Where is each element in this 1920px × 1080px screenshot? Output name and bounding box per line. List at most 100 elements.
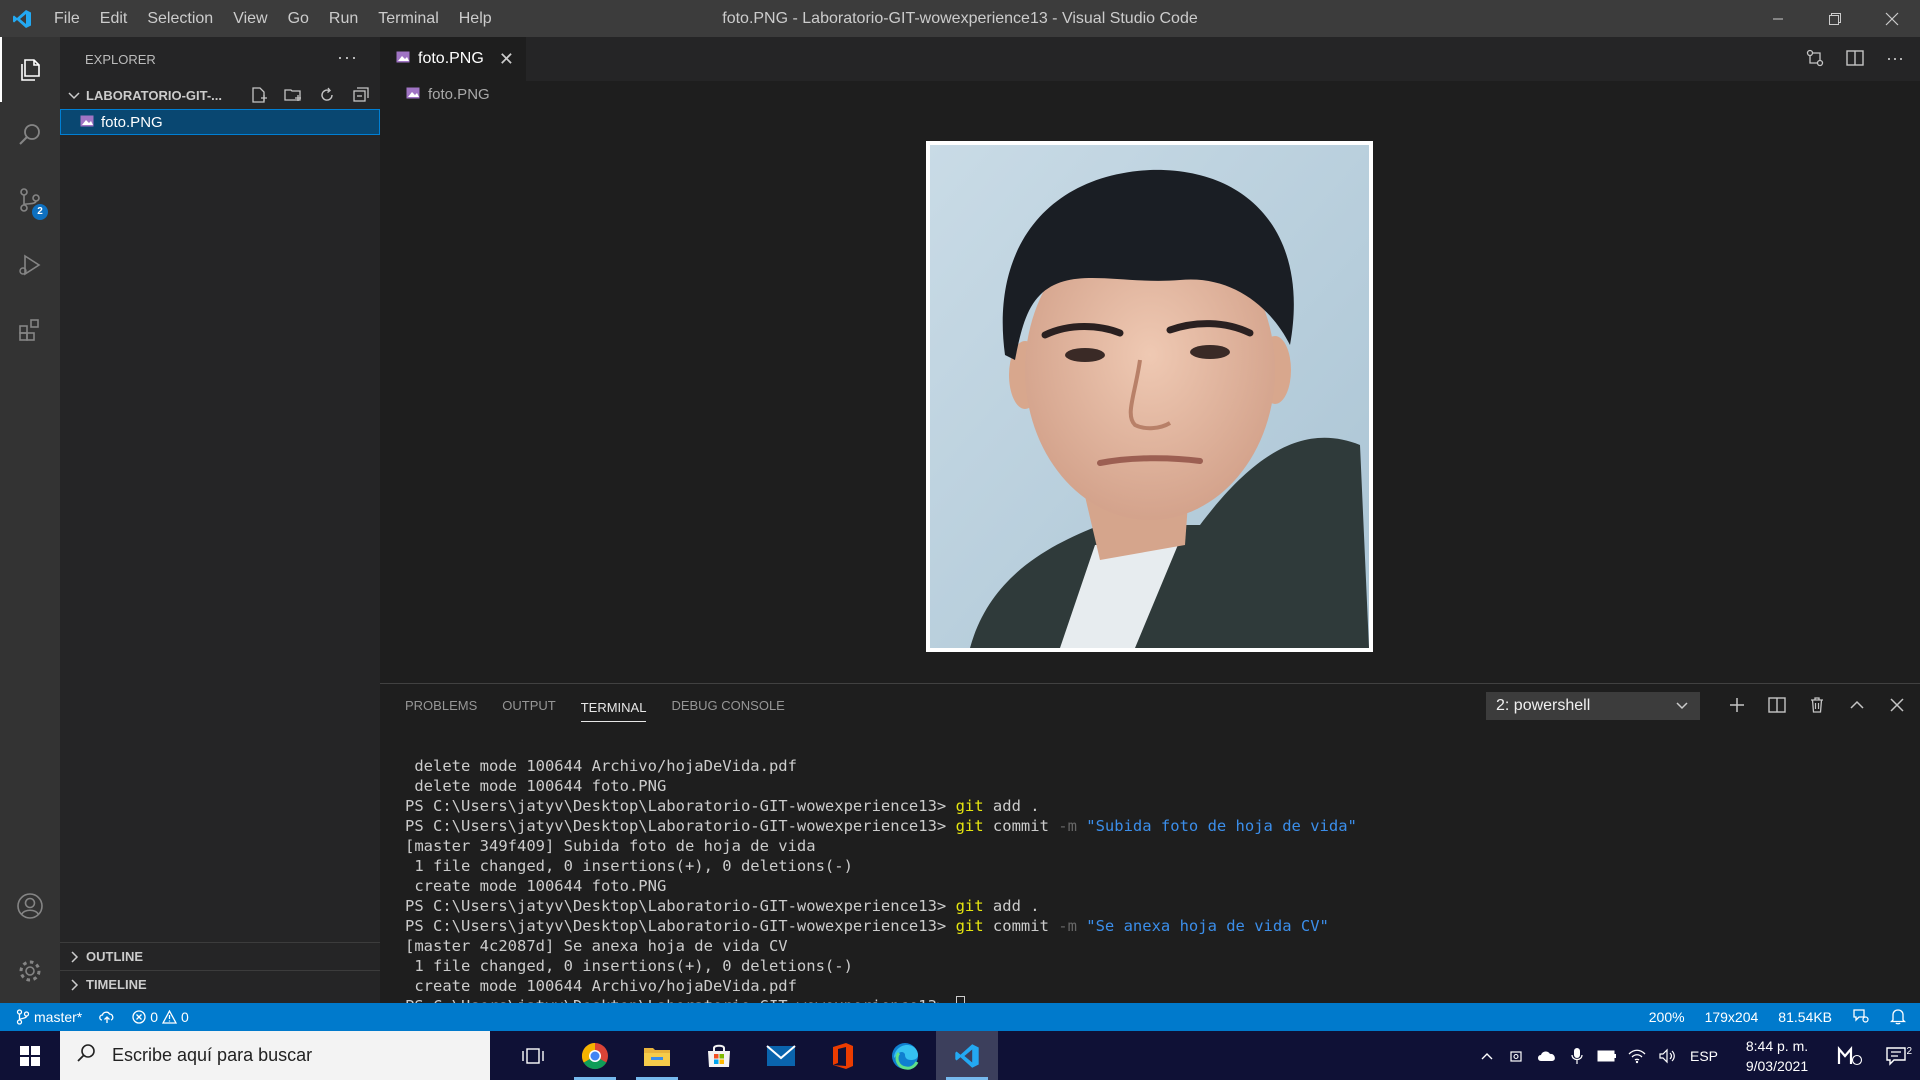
input-language[interactable]: ESP xyxy=(1682,1048,1726,1064)
chevron-right-icon xyxy=(71,950,79,963)
settings-gear-icon[interactable] xyxy=(0,938,60,1003)
image-file-icon xyxy=(406,86,420,103)
branch-status[interactable]: master* xyxy=(16,1009,82,1025)
action-center-notifications-icon[interactable]: 2 xyxy=(1872,1045,1920,1066)
battery-icon[interactable] xyxy=(1592,1050,1622,1062)
kill-terminal-trash-icon[interactable] xyxy=(1806,694,1828,716)
workspace-folder-label: LABORATORIO-GIT-... xyxy=(86,87,223,103)
refresh-icon[interactable] xyxy=(316,84,338,106)
new-folder-icon[interactable] xyxy=(282,84,304,106)
chrome-icon[interactable] xyxy=(564,1031,626,1080)
close-tab-icon[interactable]: ✕ xyxy=(499,49,514,70)
workspace-folder[interactable]: LABORATORIO-GIT-... xyxy=(60,81,380,109)
tab-terminal[interactable]: TERMINAL xyxy=(580,693,647,722)
search-icon xyxy=(76,1043,96,1068)
explorer-more-actions-icon[interactable]: ··· xyxy=(337,47,358,68)
menu-selection[interactable]: Selection xyxy=(137,0,223,37)
windows-start-icon[interactable] xyxy=(0,1031,60,1080)
show-hidden-icons-chevron-icon[interactable] xyxy=(1472,1051,1502,1061)
meet-now-icon[interactable] xyxy=(1502,1048,1532,1064)
menu-terminal[interactable]: Terminal xyxy=(368,0,448,37)
sync-icon[interactable] xyxy=(98,1009,116,1025)
menu-go[interactable]: Go xyxy=(278,0,319,37)
close-window-button[interactable] xyxy=(1863,0,1920,37)
mail-icon[interactable] xyxy=(750,1031,812,1080)
outline-label: OUTLINE xyxy=(86,949,144,964)
run-debug-icon[interactable] xyxy=(0,232,60,297)
menu-run[interactable]: Run xyxy=(319,0,368,37)
collapse-all-icon[interactable] xyxy=(350,84,372,106)
terminal-line: PS C:\Users\jatyv\Desktop\Laboratorio-GI… xyxy=(405,796,1357,816)
terminal-args: add . xyxy=(983,897,1040,915)
source-control-icon[interactable]: 2 xyxy=(0,167,60,232)
menu-help[interactable]: Help xyxy=(449,0,502,37)
image-size: 81.54KB xyxy=(1778,1009,1832,1025)
panel-tabs: PROBLEMS OUTPUT TERMINAL DEBUG CONSOLE 2… xyxy=(380,684,1920,728)
onedrive-cloud-icon[interactable] xyxy=(1532,1050,1562,1062)
breadcrumb-item[interactable]: foto.PNG xyxy=(428,86,490,103)
terminal-select-value: 2: powershell xyxy=(1496,697,1591,714)
file-explorer-icon[interactable] xyxy=(626,1031,688,1080)
meet-app-icon[interactable] xyxy=(1828,1045,1872,1066)
menu-edit[interactable]: Edit xyxy=(90,0,138,37)
explorer-title: EXPLORER xyxy=(85,51,156,67)
accounts-icon[interactable] xyxy=(0,873,60,938)
editor-more-actions-icon[interactable]: ··· xyxy=(1884,47,1906,69)
outline-section[interactable]: OUTLINE xyxy=(60,942,380,970)
terminal-line: PS C:\Users\jatyv\Desktop\Laboratorio-GI… xyxy=(405,916,1357,936)
microphone-icon[interactable] xyxy=(1562,1047,1592,1065)
terminal-select[interactable]: 2: powershell xyxy=(1486,692,1700,720)
extensions-icon[interactable] xyxy=(0,297,60,362)
taskbar-search[interactable]: Escribe aquí para buscar xyxy=(60,1031,490,1080)
chevron-down-icon xyxy=(68,92,80,100)
edge-icon[interactable] xyxy=(874,1031,936,1080)
zoom-level[interactable]: 200% xyxy=(1649,1009,1685,1025)
terminal-line: PS C:\Users\jatyv\Desktop\Laboratorio-GI… xyxy=(405,816,1357,836)
terminal-command: git xyxy=(955,897,984,915)
split-terminal-icon[interactable] xyxy=(1766,694,1788,716)
minimize-button[interactable] xyxy=(1749,0,1806,37)
office-icon[interactable] xyxy=(812,1031,874,1080)
tab-problems[interactable]: PROBLEMS xyxy=(405,684,477,728)
search-icon[interactable] xyxy=(0,102,60,167)
file-item-foto[interactable]: foto.PNG xyxy=(60,109,380,135)
new-terminal-icon[interactable] xyxy=(1726,694,1748,716)
terminal-args: commit xyxy=(983,917,1059,935)
tab-foto-png[interactable]: foto.PNG ✕ xyxy=(380,37,526,81)
windows-taskbar: Escribe aquí para buscar ESP 8:44 p. m. … xyxy=(0,1031,1920,1080)
notifications-bell-icon[interactable] xyxy=(1889,1007,1907,1028)
microsoft-store-icon[interactable] xyxy=(688,1031,750,1080)
taskbar-clock[interactable]: 8:44 p. m. 9/03/2021 xyxy=(1732,1036,1822,1076)
feedback-icon[interactable] xyxy=(1852,1007,1870,1028)
maximize-panel-icon[interactable] xyxy=(1846,694,1868,716)
timeline-label: TIMELINE xyxy=(86,977,147,992)
close-panel-icon[interactable] xyxy=(1886,694,1908,716)
title-bar: File Edit Selection View Go Run Terminal… xyxy=(0,0,1920,37)
chevron-down-icon xyxy=(1676,702,1688,710)
terminal-line: create mode 100644 foto.PNG xyxy=(405,877,667,895)
image-dimensions: 179x204 xyxy=(1704,1009,1759,1025)
open-changes-icon[interactable] xyxy=(1804,47,1826,69)
menu-view[interactable]: View xyxy=(223,0,277,37)
terminal-prompt: PS C:\Users\jatyv\Desktop\Laboratorio-GI… xyxy=(405,817,956,835)
terminal-args: add . xyxy=(983,797,1040,815)
taskbar-apps xyxy=(502,1031,998,1080)
new-file-icon[interactable] xyxy=(248,84,270,106)
menu-file[interactable]: File xyxy=(44,0,90,37)
volume-icon[interactable] xyxy=(1652,1048,1682,1064)
vscode-taskbar-icon[interactable] xyxy=(936,1031,998,1080)
split-editor-icon[interactable] xyxy=(1844,47,1866,69)
explorer-icon[interactable] xyxy=(0,37,60,102)
task-view-icon[interactable] xyxy=(502,1031,564,1080)
problems-status[interactable]: 0 0 xyxy=(132,1009,189,1025)
restore-button[interactable] xyxy=(1806,0,1863,37)
explorer-header: EXPLORER ··· xyxy=(60,37,380,81)
terminal-string: "Se anexa hoja de vida CV" xyxy=(1086,917,1329,935)
terminal-line: [master 4c2087d] Se anexa hoja de vida C… xyxy=(405,937,788,955)
terminal-line: [master 349f409] Subida foto de hoja de … xyxy=(405,837,816,855)
timeline-section[interactable]: TIMELINE xyxy=(60,970,380,998)
terminal-command: git xyxy=(955,797,984,815)
wifi-icon[interactable] xyxy=(1622,1048,1652,1064)
tab-debug-console[interactable]: DEBUG CONSOLE xyxy=(671,684,784,728)
tab-output[interactable]: OUTPUT xyxy=(502,684,555,728)
